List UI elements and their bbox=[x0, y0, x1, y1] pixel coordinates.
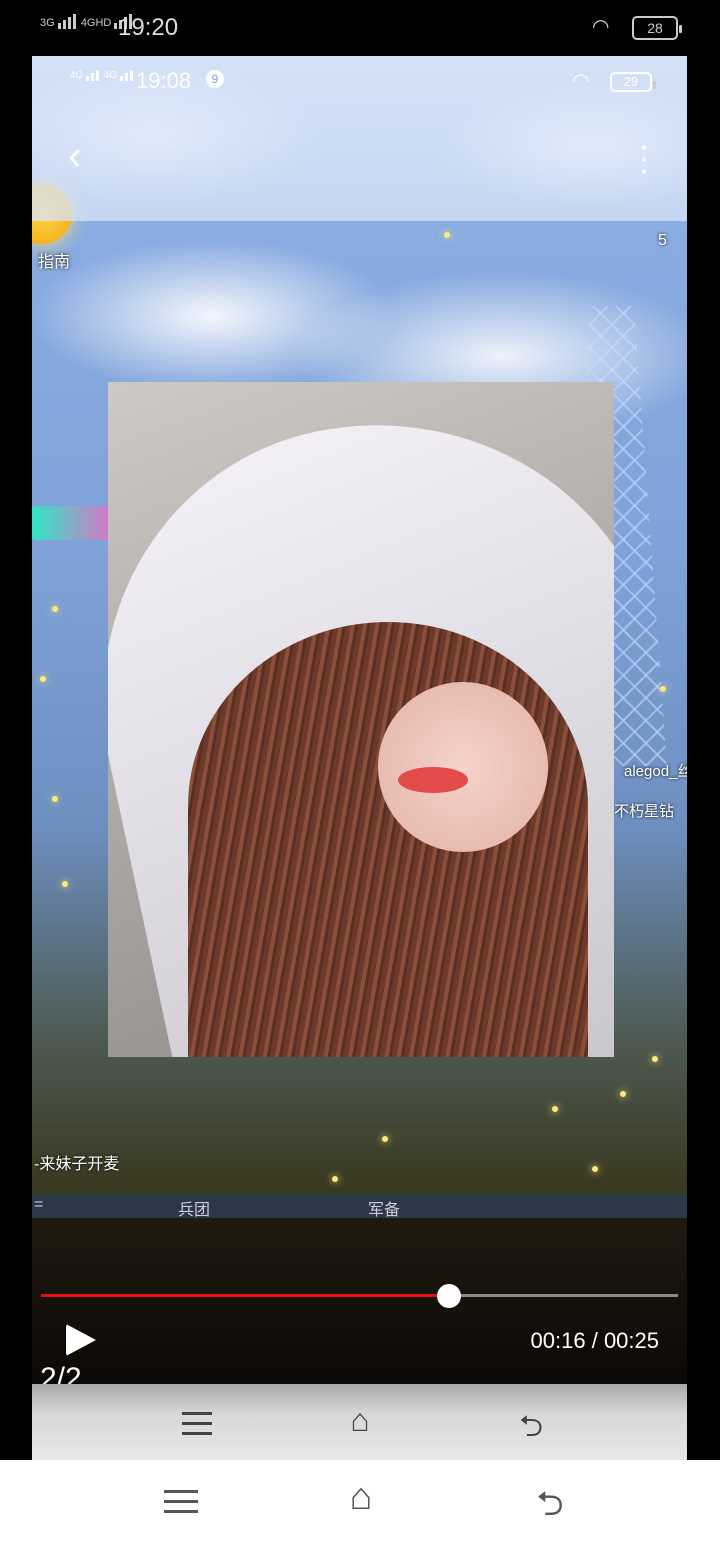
comment-name: alegod_丝 bbox=[624, 763, 687, 780]
inner-signal-icon: 4G 4G bbox=[70, 70, 135, 81]
timecode: 00:16 / 00:25 bbox=[530, 1328, 659, 1353]
game-tab: 兵团 bbox=[178, 1202, 211, 1219]
recorded-app-header: 4G 4G 19:08 9 ◠ 29 ‹ · · · bbox=[32, 56, 687, 221]
signal-type-2: 4GHD bbox=[80, 17, 112, 29]
progress-knob[interactable] bbox=[436, 1284, 461, 1308]
inner-status-time: 19:08 bbox=[136, 68, 192, 93]
weapon-graphic bbox=[32, 506, 112, 540]
inner-battery-icon: 29 bbox=[610, 72, 656, 92]
menu-icon[interactable] bbox=[182, 1412, 212, 1442]
battery-icon: 28 bbox=[632, 16, 682, 40]
signal-type-1: 3G bbox=[40, 17, 55, 29]
inner-signal-type-1: 4G bbox=[70, 70, 84, 81]
progress-fill bbox=[41, 1294, 449, 1297]
video-viewer: 指南 5 alegod_丝 不朽星钻 -来妹子开麦 = 兵团 军备 4G 4G … bbox=[32, 56, 687, 1460]
progress-track[interactable] bbox=[41, 1294, 678, 1297]
more-icon[interactable]: · · · bbox=[632, 129, 656, 187]
home-icon[interactable]: ⌂ bbox=[338, 1402, 382, 1439]
game-tab: = bbox=[34, 1196, 44, 1213]
video-control-bar bbox=[32, 1218, 687, 1384]
game-right-label: 5 bbox=[658, 232, 667, 249]
battery-level: 28 bbox=[647, 20, 663, 36]
status-time: 19:20 bbox=[118, 14, 179, 41]
inner-battery-level: 29 bbox=[623, 74, 639, 89]
face-graphic bbox=[378, 682, 548, 852]
hair-graphic bbox=[188, 622, 588, 1057]
game-tab: 军备 bbox=[368, 1202, 401, 1219]
wifi-icon: ◠ bbox=[592, 16, 610, 38]
system-nav-bar: ⌂ ⮌ bbox=[0, 1460, 720, 1544]
notification-badge: 9 bbox=[206, 70, 224, 88]
game-bottom-label: -来妹子开麦 bbox=[34, 1156, 120, 1173]
menu-icon[interactable] bbox=[164, 1490, 198, 1520]
game-tab-strip: = 兵团 军备 bbox=[32, 1194, 687, 1220]
game-left-label: 指南 bbox=[38, 254, 71, 271]
inner-signal-type-2: 4G bbox=[103, 70, 118, 81]
comment-text: 不朽星钻 bbox=[614, 803, 675, 820]
back-icon[interactable]: ‹ bbox=[68, 136, 98, 176]
inner-wifi-icon: ◠ bbox=[572, 70, 590, 92]
overlay-photo bbox=[108, 382, 614, 1057]
lips-graphic bbox=[398, 767, 468, 793]
play-icon[interactable] bbox=[66, 1324, 96, 1356]
return-icon[interactable]: ⮌ bbox=[514, 1404, 548, 1455]
return-icon[interactable]: ⮌ bbox=[530, 1480, 570, 1537]
home-icon[interactable]: ⌂ bbox=[336, 1476, 386, 1519]
inner-nav-bar: ⌂ ⮌ bbox=[32, 1384, 687, 1460]
outer-status-bar: 3G 4GHD 19:20 ◠ 28 bbox=[0, 0, 720, 56]
